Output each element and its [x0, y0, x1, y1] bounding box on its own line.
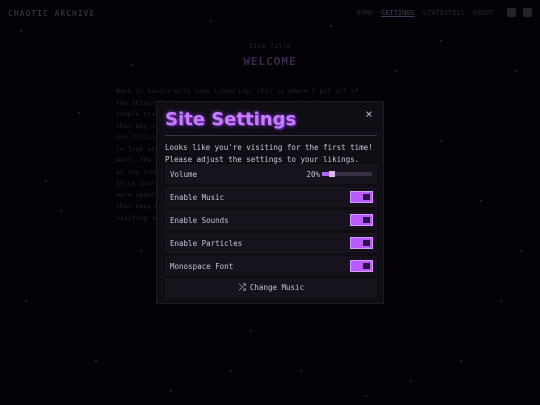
settings-modal: Site Settings × Looks like you're visiti…: [156, 101, 384, 304]
particles-toggle[interactable]: [350, 237, 373, 249]
music-toggle[interactable]: [350, 191, 373, 203]
toggle-knob: [363, 217, 370, 223]
volume-label: Volume: [170, 170, 198, 179]
toggle-knob: [363, 194, 370, 200]
sounds-row: Enable Sounds: [165, 210, 377, 230]
intro-text: Looks like you're visiting for the first…: [165, 143, 373, 164]
sounds-label: Enable Sounds: [170, 216, 229, 225]
close-icon[interactable]: ×: [363, 108, 375, 120]
toggle-knob: [363, 263, 370, 269]
title-divider: [165, 135, 377, 136]
particles-label: Enable Particles: [170, 239, 243, 248]
volume-value: 20%: [306, 170, 320, 179]
toggle-knob: [363, 240, 370, 246]
particles-row: Enable Particles: [165, 233, 377, 253]
modal-title: Site Settings: [165, 109, 297, 130]
music-row: Enable Music: [165, 187, 377, 207]
volume-slider[interactable]: [322, 171, 372, 177]
sounds-toggle[interactable]: [350, 214, 373, 226]
shuffle-icon: ⤮: [238, 283, 246, 293]
music-label: Enable Music: [170, 193, 225, 202]
volume-handle[interactable]: [329, 171, 335, 177]
font-row: Monospace Font: [165, 256, 377, 276]
change-music-label: Change Music: [249, 283, 305, 292]
font-label: Monospace Font: [170, 262, 234, 271]
font-toggle[interactable]: [350, 260, 373, 272]
volume-row: Volume 20%: [165, 164, 377, 184]
change-music-button[interactable]: ⤮ Change Music: [165, 278, 377, 298]
